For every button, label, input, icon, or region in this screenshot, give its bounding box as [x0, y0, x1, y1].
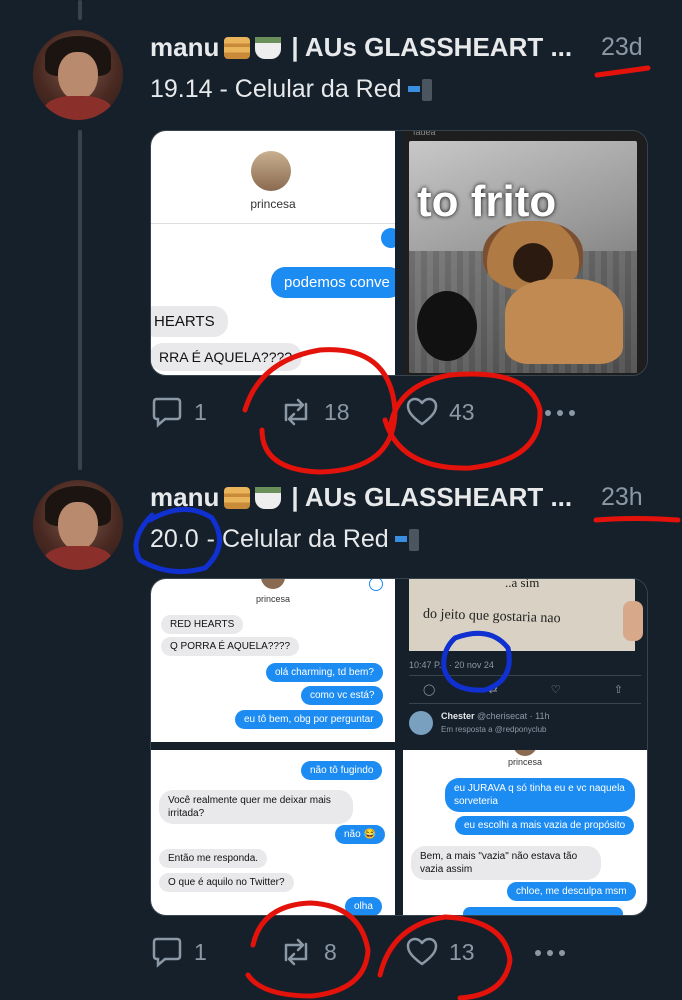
- tweet-header: manu | AUs GLASSHEART ...: [150, 482, 572, 513]
- tea-emoji: [255, 36, 282, 59]
- info-icon: [369, 579, 383, 591]
- sign-top-text: ..a sim: [505, 579, 540, 590]
- chat-bubble: eu escolhi a mais vazia de propósito: [455, 816, 635, 835]
- tweet[interactable]: manu | AUs GLASSHEART ... 23d 19.14 - Ce…: [0, 0, 682, 470]
- tweet-header: manu | AUs GLASSHEART ...: [150, 32, 572, 63]
- chat-profile-avatar: [513, 750, 537, 756]
- avatar[interactable]: [33, 480, 123, 570]
- tweet[interactable]: manu | AUs GLASSHEART ... 23h 20.0 - Cel…: [0, 470, 682, 1000]
- chat-profile-avatar: [251, 151, 291, 191]
- tweet-actions: 1 8 13: [150, 936, 590, 976]
- retweet-button[interactable]: 8: [278, 936, 337, 968]
- tweet-timestamp[interactable]: 23h: [601, 483, 643, 512]
- author-display-suffix[interactable]: | AUs GLASSHEART ...: [291, 32, 572, 63]
- chat-bubble: Q PORRA É AQUELA????: [161, 637, 300, 656]
- retweet-icon: [284, 938, 308, 966]
- chat-profile-name: princesa: [255, 594, 291, 604]
- screenshot-action-row: ◯ ⇄ ♡ ⇧: [423, 683, 623, 696]
- sign-text: do jeito que gostaria nao: [422, 606, 561, 627]
- retweet-count: 8: [324, 938, 337, 965]
- tweet-timestamp[interactable]: 23d: [601, 33, 643, 62]
- media-image-meme[interactable]: fadea to frito: [403, 131, 647, 375]
- tweet-text-version: 20.0: [150, 525, 199, 553]
- retweet-icon: [284, 398, 308, 426]
- reply-author-name: Chester: [441, 711, 475, 721]
- chat-bubble: podemos conve: [271, 267, 395, 298]
- media-image-chat[interactable]: não tô fugindo Você realmente quer me de…: [151, 750, 395, 915]
- retweet-button[interactable]: 18: [278, 396, 350, 428]
- more-icon[interactable]: [535, 950, 565, 956]
- tweet-media-grid[interactable]: princesa RED HEARTS Q PORRA É AQUELA????…: [150, 578, 648, 916]
- reply-icon: [152, 397, 182, 428]
- chat-bubble: eu JURAVA q só tinha eu e vc naquela sor…: [445, 778, 635, 812]
- pancake-emoji: [224, 486, 251, 509]
- chat-bubble: [463, 907, 623, 915]
- chat-bubble: RRA É AQUELA????: [151, 343, 303, 371]
- tweet-screenshot-timestamp: 10:47 P... · 20 nov 24: [409, 660, 494, 670]
- tweet-text: 20.0 - Celular da Red: [150, 525, 419, 554]
- like-icon: [406, 397, 438, 426]
- reply-button[interactable]: 1: [150, 936, 207, 968]
- chat-bubble: RED HEARTS: [161, 615, 244, 634]
- pancake-emoji: [224, 36, 251, 59]
- reply-author: Chester @cherisecat · 11h: [441, 711, 550, 721]
- chat-profile-name: princesa: [250, 197, 296, 211]
- chat-bubble: Você realmente quer me deixar mais irrit…: [159, 790, 353, 824]
- like-button[interactable]: 13: [405, 936, 475, 968]
- more-icon[interactable]: [545, 410, 575, 416]
- tea-emoji: [255, 486, 282, 509]
- chat-profile-name: princesa: [507, 757, 543, 767]
- chat-bubble: não tô fugindo: [301, 761, 383, 780]
- tweet-actions: 1 18 43: [150, 396, 590, 436]
- retweet-count: 18: [324, 398, 350, 425]
- like-count: 13: [449, 938, 475, 965]
- author-name[interactable]: manu: [150, 482, 219, 513]
- chat-bubble: [381, 228, 395, 248]
- chat-bubble: como vc está?: [301, 686, 384, 705]
- reply-button[interactable]: 1: [150, 396, 207, 428]
- chat-bubble: eu tô bem, obg por perguntar: [235, 710, 383, 729]
- media-image-chat[interactable]: princesa podemos conve HEARTS RRA É AQUE…: [151, 131, 395, 375]
- chat-bubble: Bem, a mais "vazia" não estava tão vazia…: [411, 846, 601, 880]
- chat-bubble: olá charming, td bem?: [266, 663, 383, 682]
- retweet-icon: ⇄: [488, 684, 498, 696]
- like-icon: [406, 937, 438, 966]
- media-image-chat[interactable]: princesa eu JURAVA q só tinha eu e vc na…: [403, 750, 647, 915]
- meme-photo: [409, 141, 637, 373]
- reply-context: Em resposta a @redponyclub: [441, 725, 547, 734]
- tweet-text-content: 19.14 - Celular da Red: [150, 75, 402, 103]
- like-icon: ♡: [550, 684, 561, 696]
- reply-icon: ◯: [423, 684, 436, 696]
- share-icon: ⇧: [613, 684, 623, 696]
- chat-bubble: chloe, me desculpa msm: [507, 882, 636, 901]
- tweet-text: 19.14 - Celular da Red: [150, 75, 432, 104]
- reply-count: 1: [194, 398, 207, 425]
- media-image-chat[interactable]: princesa RED HEARTS Q PORRA É AQUELA????…: [151, 579, 395, 742]
- phone-arrow-emoji: [407, 78, 432, 101]
- reply-author-handle: @cherisecat · 11h: [477, 711, 550, 721]
- tweet-text-content: - Celular da Red: [206, 525, 389, 553]
- author-display-suffix[interactable]: | AUs GLASSHEART ...: [291, 482, 572, 513]
- chat-profile-avatar: [261, 579, 285, 589]
- media-image-tweet-screenshot[interactable]: ..a sim do jeito que gostaria nao 10:47 …: [403, 579, 647, 742]
- author-name[interactable]: manu: [150, 32, 219, 63]
- sign-photo: ..a sim do jeito que gostaria nao: [409, 579, 643, 651]
- phone-arrow-emoji: [394, 528, 419, 551]
- reply-avatar: [409, 711, 433, 735]
- meme-caption: to frito: [417, 177, 557, 226]
- chat-bubble: O que é aquilo no Twitter?: [159, 873, 294, 892]
- reply-count: 1: [194, 938, 207, 965]
- like-count: 43: [449, 398, 475, 425]
- chat-bubble: não 😂: [335, 825, 385, 844]
- meme-top-label: fadea: [413, 131, 436, 137]
- chat-bubble: olha: [345, 897, 382, 915]
- reply-icon: [152, 937, 182, 968]
- avatar[interactable]: [33, 30, 123, 120]
- chat-bubble: Então me responda.: [159, 849, 268, 868]
- tweet-media-grid[interactable]: princesa podemos conve HEARTS RRA É AQUE…: [150, 130, 648, 376]
- like-button[interactable]: 43: [405, 396, 475, 428]
- chat-bubble: HEARTS: [151, 306, 228, 337]
